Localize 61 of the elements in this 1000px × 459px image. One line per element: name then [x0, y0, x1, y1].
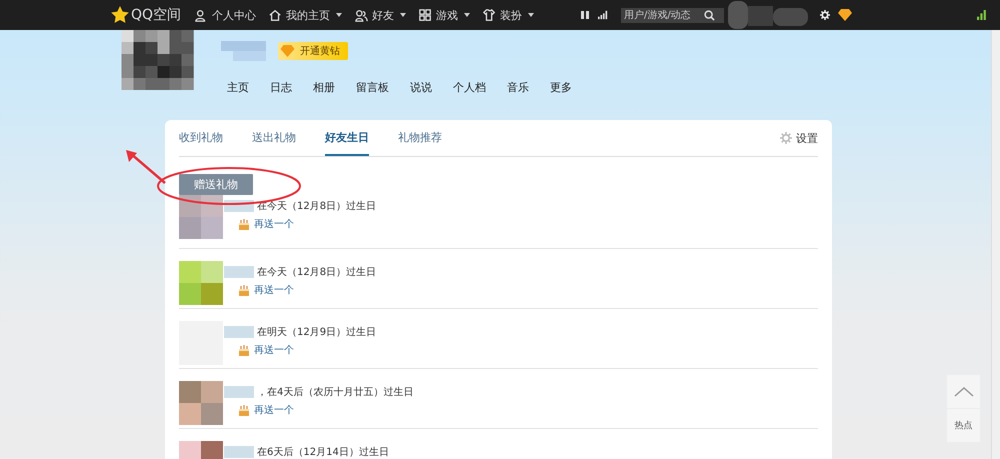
top-menu-item[interactable]: 游戏	[419, 8, 470, 22]
top-menu-item[interactable]: 个人中心	[195, 8, 256, 22]
nav-link[interactable]: 音乐	[507, 80, 529, 95]
blurred-name	[224, 326, 254, 338]
vip-badge[interactable]: 开通黄钻	[278, 42, 348, 60]
birthday-text: ，在4天后（农历十月廿五）过生日	[257, 386, 414, 399]
gear-icon	[780, 132, 792, 144]
nav-link[interactable]: 相册	[313, 80, 335, 95]
nav-link[interactable]: 留言板	[356, 80, 389, 95]
tab[interactable]: 好友生日	[325, 120, 369, 156]
cake-icon	[238, 344, 250, 356]
shirt-icon	[483, 8, 496, 22]
settings-label: 设置	[796, 130, 818, 146]
blurred-avatar	[179, 261, 223, 305]
grid-icon	[419, 8, 432, 22]
blurred-avatar	[179, 195, 223, 239]
nav-link[interactable]: 主页	[227, 80, 249, 95]
nav-link[interactable]: 更多	[550, 80, 572, 95]
signal-icon[interactable]	[598, 10, 608, 20]
blurred-avatar	[179, 381, 223, 425]
back-to-top-button[interactable]	[947, 375, 980, 408]
cake-icon	[238, 404, 250, 416]
annotation-arrow	[126, 150, 166, 184]
send-again-link[interactable]: 再送一个	[254, 217, 294, 231]
search-icon[interactable]	[704, 10, 715, 20]
top-menu-item[interactable]: 我的主页	[269, 8, 342, 22]
tab[interactable]: 收到礼物	[179, 120, 223, 156]
blurred-avatar	[179, 321, 223, 365]
nav-link[interactable]: 说说	[410, 80, 432, 95]
caret-up-icon	[954, 386, 974, 396]
send-again-link[interactable]: 再送一个	[254, 343, 294, 357]
nav-link[interactable]: 个人档	[453, 80, 486, 95]
tab[interactable]: 送出礼物	[252, 120, 296, 156]
blurred-name	[224, 446, 254, 458]
tab[interactable]: 礼物推荐	[398, 120, 442, 156]
top-menu-item[interactable]: 装扮	[483, 8, 534, 22]
birthday-text: 在6天后（12月14日）过生日	[257, 446, 389, 459]
nav-link[interactable]: 日志	[270, 80, 292, 95]
pause-icon[interactable]	[580, 10, 590, 20]
people-icon	[355, 8, 368, 22]
send-again-link[interactable]: 再送一个	[254, 403, 294, 417]
birthday-text: 在今天（12月8日）过生日	[257, 266, 376, 279]
cake-icon	[238, 218, 250, 230]
signal-icon	[977, 10, 987, 20]
hot-topics-button[interactable]: 热点	[947, 409, 980, 442]
settings-link[interactable]: 设置	[780, 130, 818, 146]
house-icon	[269, 8, 282, 22]
top-menu-item[interactable]: 好友	[355, 8, 406, 22]
blurred-user-name	[221, 41, 266, 61]
scrollbar[interactable]	[991, 30, 1000, 459]
gear-icon[interactable]	[820, 10, 830, 20]
cake-icon	[238, 284, 250, 296]
birthday-text: 在明天（12月9日）过生日	[257, 326, 376, 339]
star-icon	[110, 5, 130, 25]
send-again-link[interactable]: 再送一个	[254, 283, 294, 297]
diamond-icon	[280, 45, 295, 57]
site-name: QQ空间	[131, 6, 182, 24]
blurred-name	[224, 386, 254, 398]
site-logo[interactable]: QQ空间	[110, 5, 182, 25]
blurred-name	[224, 266, 254, 278]
diamond-icon[interactable]	[838, 9, 852, 21]
